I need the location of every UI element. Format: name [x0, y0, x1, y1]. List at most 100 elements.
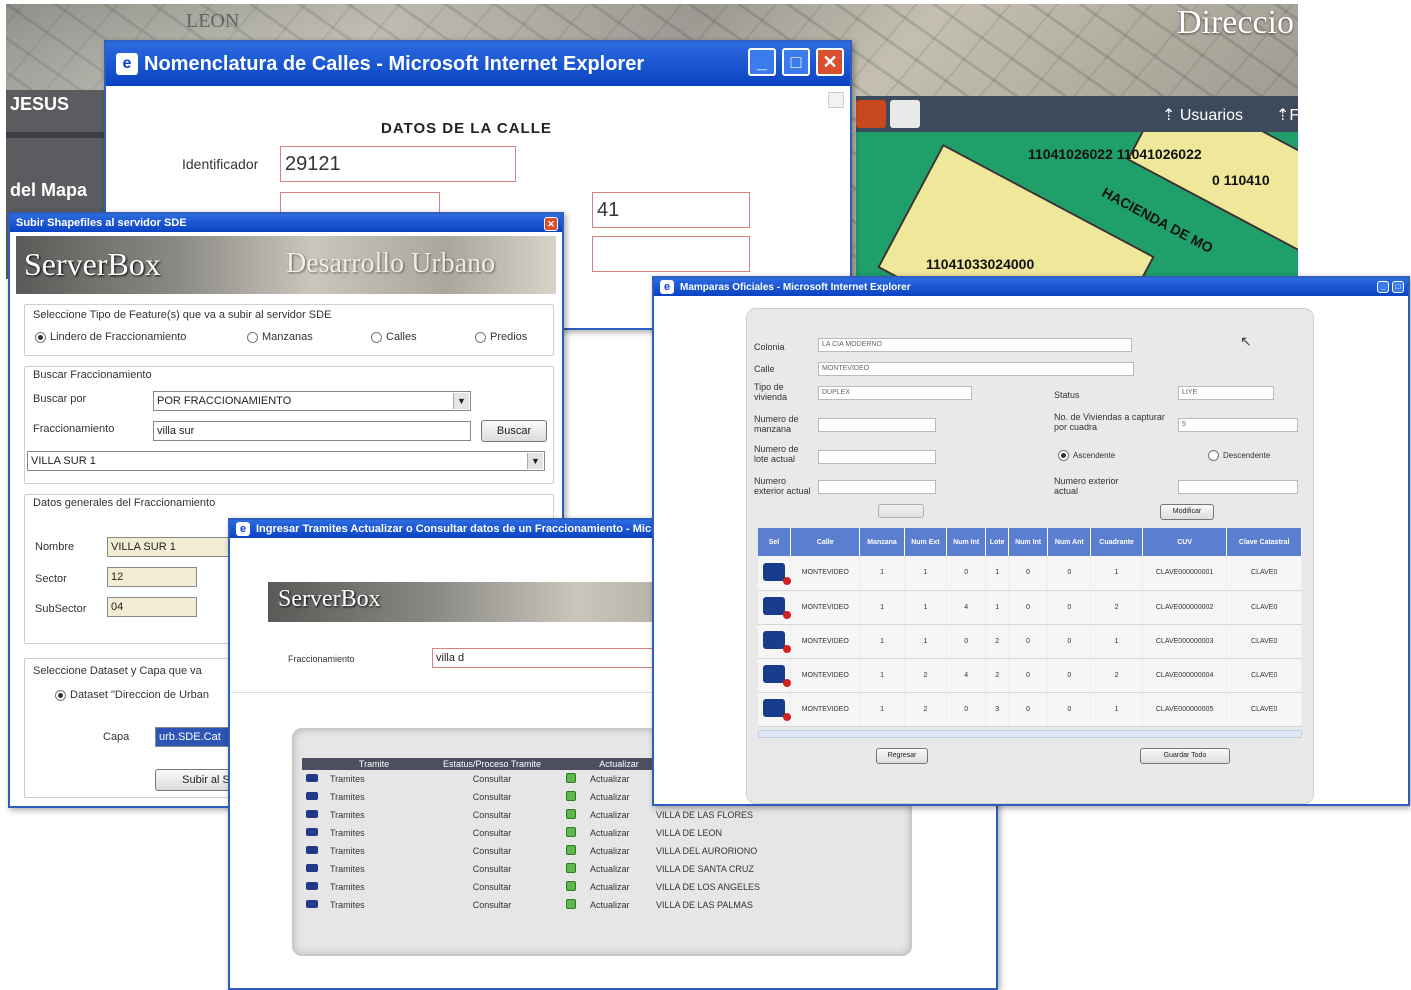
checkmark-icon[interactable]	[566, 809, 576, 819]
radio-calles[interactable]: Calles	[371, 331, 417, 343]
radio-predios[interactable]: Predios	[475, 331, 527, 343]
checkmark-icon[interactable]	[566, 773, 576, 783]
maximize-icon[interactable]: □	[1392, 281, 1404, 293]
tramites-link[interactable]: Tramites	[326, 842, 422, 860]
street-number-field[interactable]: 41	[592, 192, 750, 228]
mamparas-titlebar[interactable]: e Mamparas Oficiales - Microsoft Interne…	[654, 278, 1408, 296]
checkmark-icon[interactable]	[566, 863, 576, 873]
identificador-field[interactable]: 29121	[280, 146, 516, 182]
document-icon[interactable]	[306, 774, 318, 782]
actualizar-link[interactable]: Actualizar	[586, 878, 652, 896]
street-extra-field[interactable]	[592, 236, 750, 272]
subsector-field[interactable]: 04	[107, 597, 197, 617]
radio-ascendente[interactable]: Ascendente	[1058, 450, 1115, 461]
resultado-select[interactable]: VILLA SUR 1 ▼	[27, 451, 545, 471]
document-icon[interactable]	[306, 864, 318, 872]
numero-exterior-actual-field[interactable]	[1178, 480, 1298, 494]
document-icon[interactable]	[306, 828, 318, 836]
actualizar-link[interactable]: Actualizar	[586, 824, 652, 842]
column-header: Num Int	[946, 528, 987, 556]
tramites-link[interactable]: Tramites	[326, 824, 422, 842]
parcel-map[interactable]: 11041026022 11041026022 0 110410 HACIEND…	[856, 132, 1298, 279]
subir-titlebar[interactable]: Subir Shapefiles al servidor SDE ✕	[10, 214, 562, 232]
sector-field[interactable]: 12	[107, 567, 197, 587]
close-icon[interactable]: ✕	[816, 48, 844, 76]
document-icon[interactable]	[306, 882, 318, 890]
nomenclatura-titlebar[interactable]: e Nomenclatura de Calles - Microsoft Int…	[106, 42, 850, 86]
fraccionamiento-name: VILLA DE SANTA CRUZ	[656, 864, 754, 874]
actualizar-link[interactable]: Actualizar	[586, 788, 652, 806]
actualizar-link[interactable]: Actualizar	[586, 860, 652, 878]
page-title: DATOS DE LA CALLE	[381, 120, 552, 137]
edit-tool-icon[interactable]	[763, 562, 791, 585]
maximize-icon[interactable]: □	[782, 48, 810, 76]
guardar-todo-button[interactable]: Guardar Todo	[1140, 748, 1230, 764]
tramites-link[interactable]: Tramites	[326, 770, 422, 788]
numero-manzana-field[interactable]	[818, 418, 936, 432]
viviendas-label: No. de Viviendas a capturar por cuadra	[1054, 412, 1165, 432]
toolbar-more-link[interactable]: ⇡F	[1276, 105, 1298, 125]
minimize-icon[interactable]: _	[1377, 281, 1389, 293]
checkmark-icon[interactable]	[566, 881, 576, 891]
consultar-link[interactable]: Consultar	[422, 842, 562, 860]
map-parcel-label: 11041026022 11041026022	[1028, 146, 1202, 162]
colonia-field[interactable]: LA CIA MODERNO	[818, 338, 1132, 352]
consultar-link[interactable]: Consultar	[422, 860, 562, 878]
edit-tool-icon[interactable]	[763, 631, 791, 653]
radio-dataset[interactable]: Dataset "Direccion de Urban	[55, 689, 209, 701]
viviendas-field[interactable]: 5	[1178, 418, 1298, 432]
minimize-icon[interactable]: _	[748, 48, 776, 76]
buscar-por-select[interactable]: POR FRACCIONAMIENTO ▼	[153, 391, 471, 411]
edit-tool-icon[interactable]	[763, 699, 791, 721]
actualizar-link[interactable]: Actualizar	[586, 806, 652, 824]
table-cell: CLAVE0	[1226, 624, 1302, 659]
usuarios-link[interactable]: ⇡ Usuarios	[1162, 105, 1243, 125]
close-icon[interactable]: ✕	[544, 217, 558, 231]
left-nav-item-mapa[interactable]: del Mapa	[10, 180, 87, 201]
tramites-link[interactable]: Tramites	[326, 806, 422, 824]
modificar-button[interactable]: Modificar	[1160, 504, 1214, 520]
actualizar-link[interactable]: Actualizar	[586, 842, 652, 860]
checkmark-icon[interactable]	[566, 845, 576, 855]
tramites-link[interactable]: Tramites	[326, 878, 422, 896]
checkmark-icon[interactable]	[566, 899, 576, 909]
consultar-link[interactable]: Consultar	[422, 896, 562, 914]
edit-tool-icon[interactable]	[763, 597, 791, 619]
numero-exterior-field[interactable]	[818, 480, 936, 494]
calle-select[interactable]: MONTEVIDEO	[818, 362, 1134, 376]
banner-title: ServerBox	[24, 246, 161, 282]
status-select[interactable]: LIYE	[1178, 386, 1274, 400]
regresar-button[interactable]: Regresar	[876, 748, 928, 764]
document-icon[interactable]	[306, 792, 318, 800]
tramites-link[interactable]: Tramites	[326, 788, 422, 806]
chevron-down-icon: ▼	[453, 393, 469, 409]
table-cell: CLAVE000000004	[1142, 658, 1228, 693]
checkmark-icon[interactable]	[566, 827, 576, 837]
horizontal-scrollbar[interactable]	[758, 730, 1302, 738]
radio-descendente[interactable]: Descendente	[1208, 450, 1270, 461]
actualizar-link[interactable]: Actualizar	[586, 770, 652, 788]
map-tool-icon[interactable]	[856, 100, 886, 128]
consultar-link[interactable]: Consultar	[422, 788, 562, 806]
checkmark-icon[interactable]	[566, 791, 576, 801]
radio-manzanas[interactable]: Manzanas	[247, 331, 313, 343]
consultar-link[interactable]: Consultar	[422, 770, 562, 788]
document-icon[interactable]	[306, 900, 318, 908]
tramites-link[interactable]: Tramites	[326, 860, 422, 878]
fraccionamiento-input[interactable]: villa sur	[153, 421, 471, 441]
tramites-link[interactable]: Tramites	[326, 896, 422, 914]
consultar-link[interactable]: Consultar	[422, 824, 562, 842]
consultar-link[interactable]: Consultar	[422, 806, 562, 824]
numero-lote-field[interactable]	[818, 450, 936, 464]
table-cell: 0	[946, 624, 987, 659]
actualizar-link[interactable]: Actualizar	[586, 896, 652, 914]
tipo-vivienda-select[interactable]: DUPLEX	[818, 386, 972, 400]
edit-tool-icon[interactable]	[763, 665, 791, 687]
document-icon[interactable]	[306, 846, 318, 854]
consultar-link[interactable]: Consultar	[422, 878, 562, 896]
document-icon[interactable]	[306, 810, 318, 818]
scrollbar-up-arrow[interactable]	[828, 92, 844, 108]
buscar-button[interactable]: Buscar	[481, 420, 547, 442]
edit-pencil-icon[interactable]	[890, 100, 920, 128]
radio-lindero[interactable]: Lindero de Fraccionamiento	[35, 331, 186, 343]
